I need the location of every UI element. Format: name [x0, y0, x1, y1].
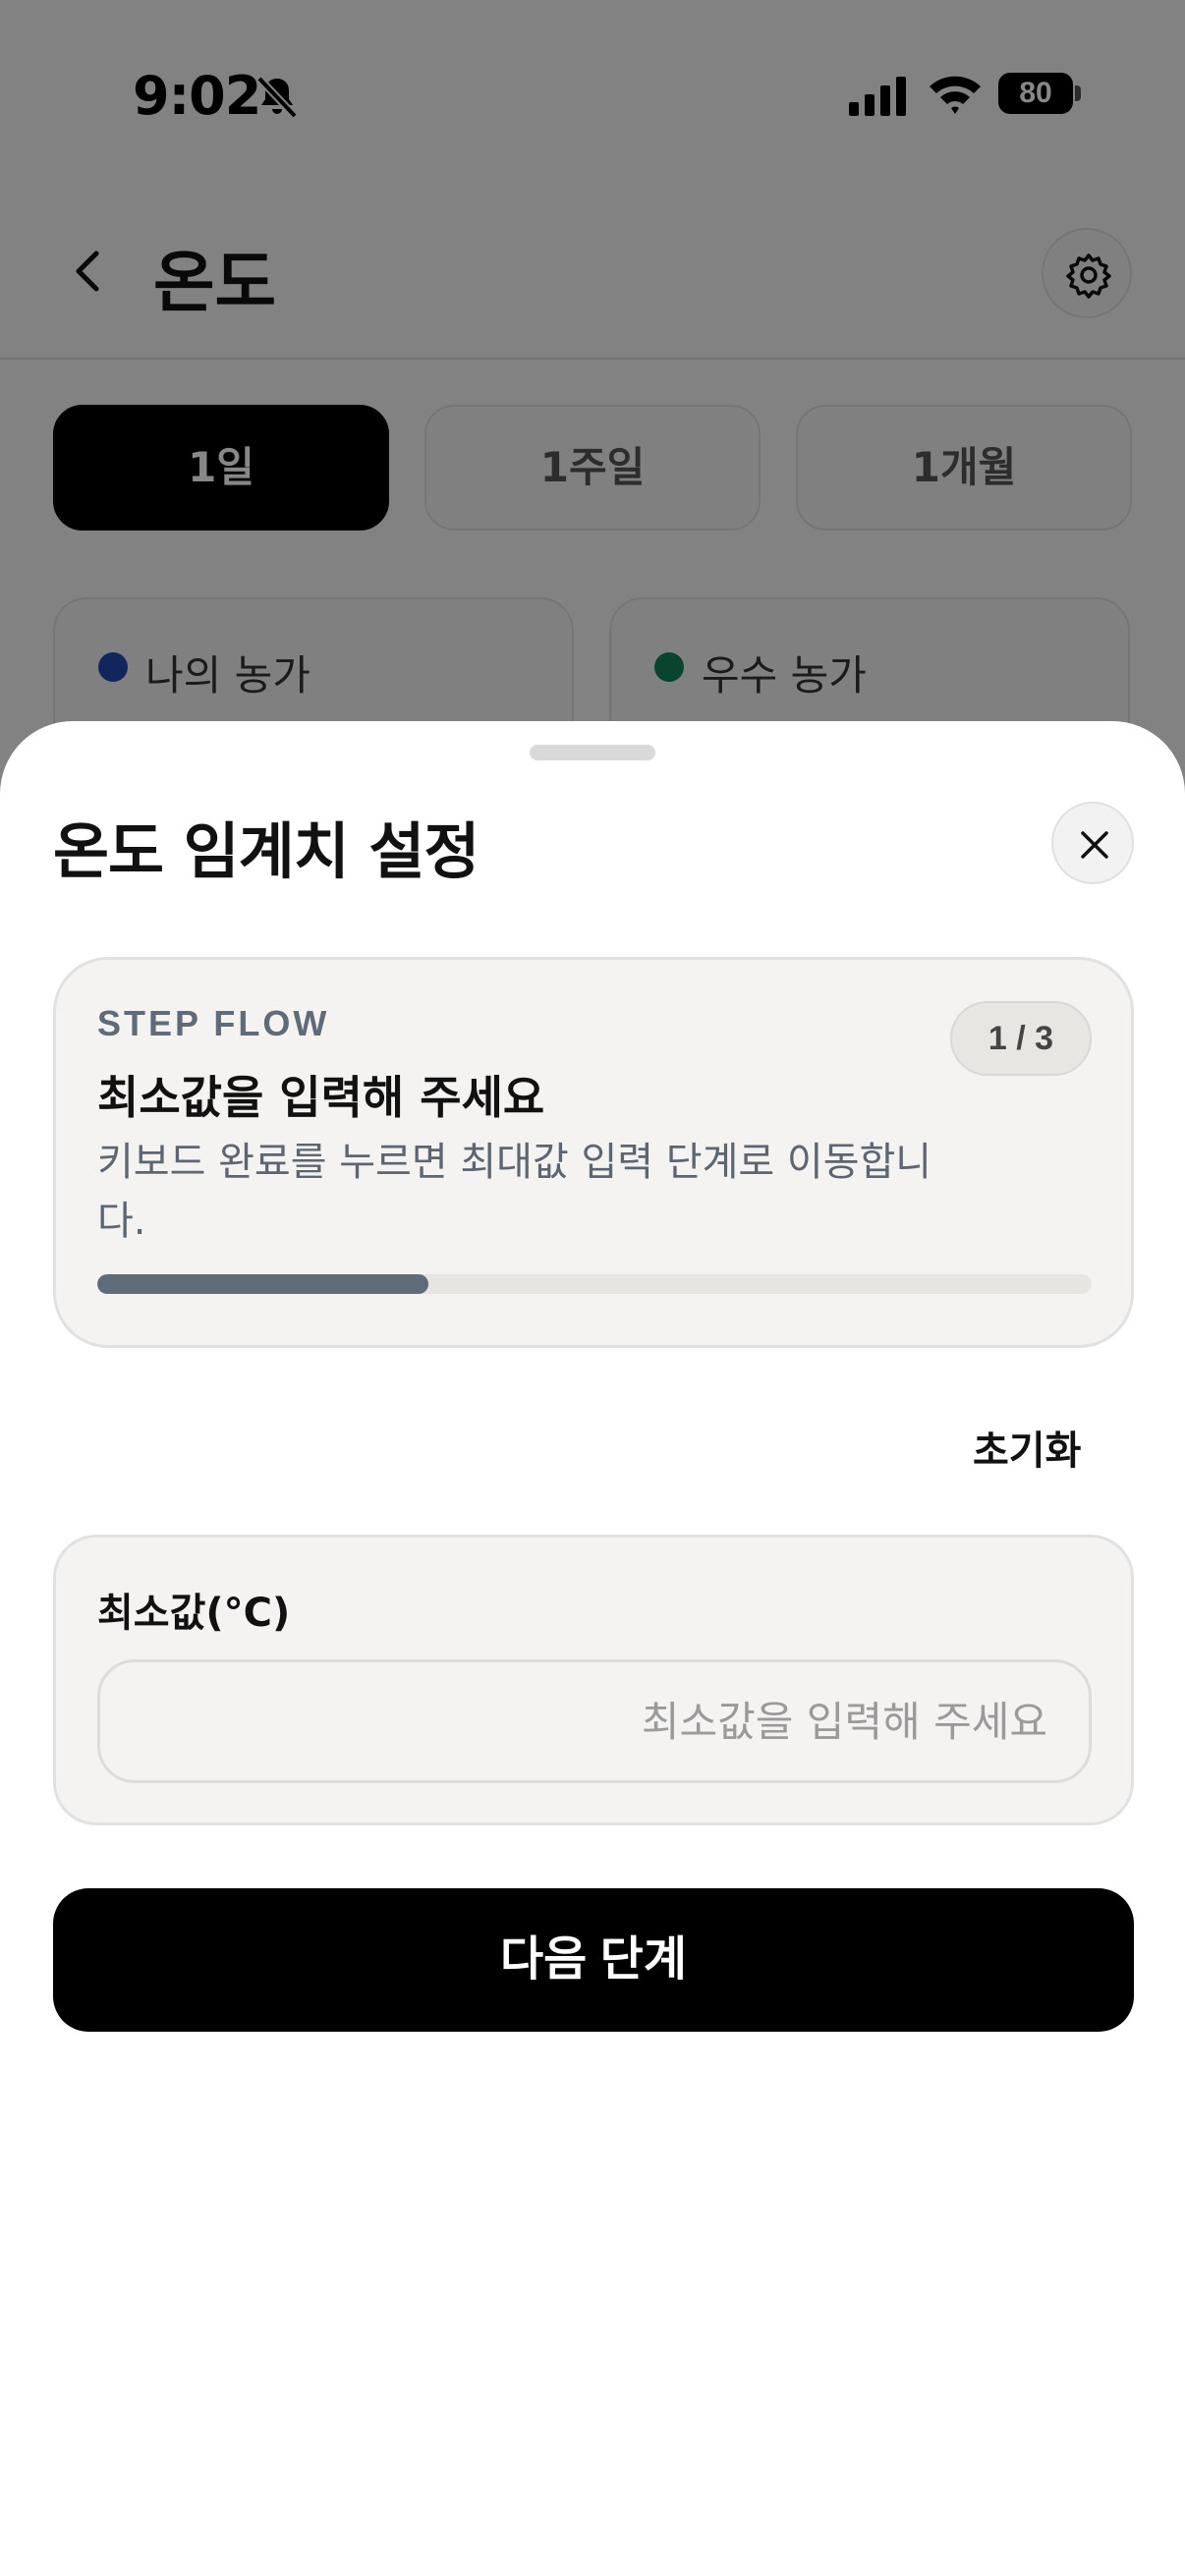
step-count-badge: 1 / 3 — [950, 1001, 1092, 1076]
reset-button[interactable]: 초기화 — [973, 1419, 1081, 1476]
close-icon — [1081, 831, 1108, 859]
sheet-title: 온도 임계치 설정 — [53, 815, 480, 887]
sheet-grabber[interactable] — [530, 745, 655, 760]
next-step-button[interactable]: 다음 단계 — [53, 1888, 1134, 2032]
close-button[interactable] — [1051, 802, 1134, 884]
step-description: 키보드 완료를 누르면 최대값 입력 단계로 이동합니다. — [97, 1140, 932, 1244]
step-progress-bar — [97, 1274, 1092, 1294]
step-title: 최소값을 입력해 주세요 — [97, 1071, 545, 1124]
min-value-input[interactable] — [97, 1659, 1092, 1783]
min-value-label: 최소값(°C) — [97, 1591, 291, 1636]
step-eyebrow: STEP FLOW — [97, 1003, 330, 1043]
step-flow-card: STEP FLOW 1 / 3 최소값을 입력해 주세요 키보드 완료를 누르면… — [53, 957, 1134, 1348]
threshold-bottom-sheet: 온도 임계치 설정 STEP FLOW 1 / 3 최소값을 입력해 주세요 키… — [0, 721, 1185, 2576]
step-progress-fill — [97, 1274, 429, 1294]
min-value-card: 최소값(°C) — [53, 1535, 1134, 1825]
